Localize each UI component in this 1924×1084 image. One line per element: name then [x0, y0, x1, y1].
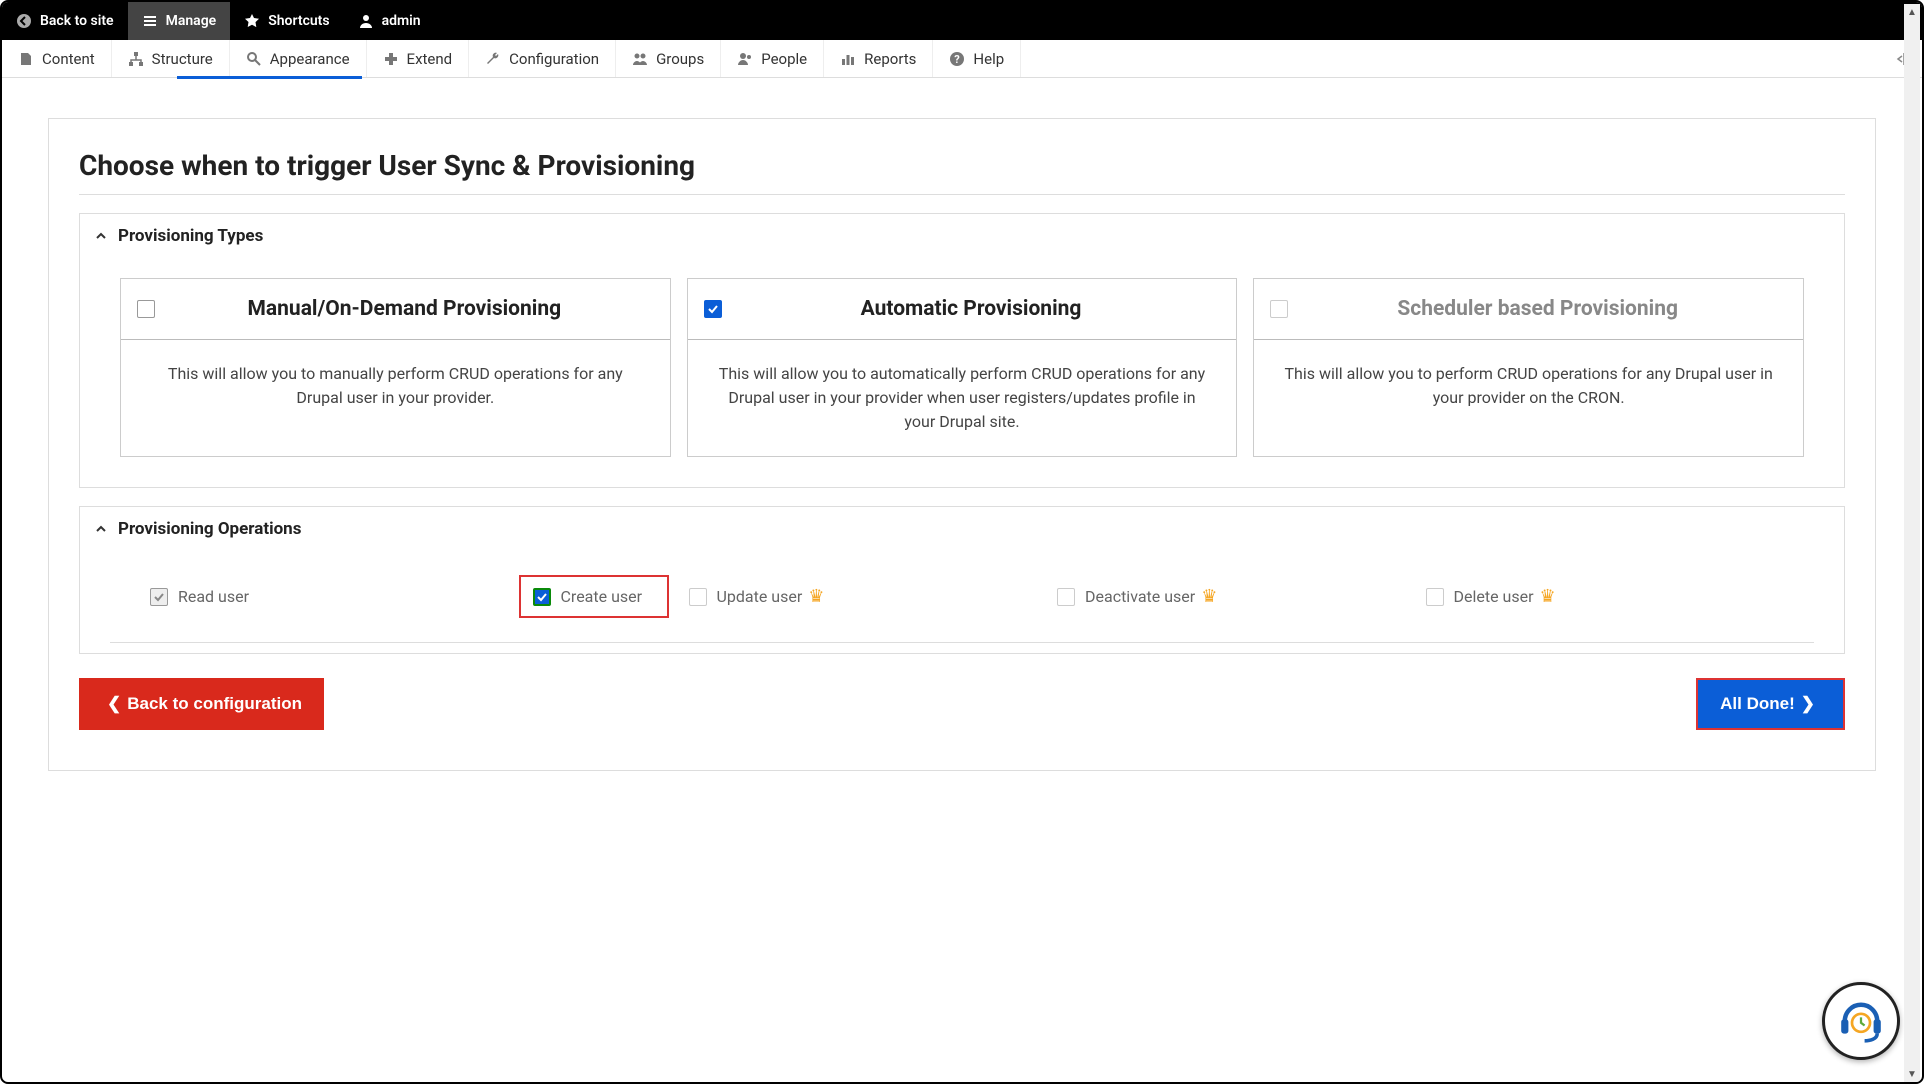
crown-icon: ♛: [808, 586, 824, 607]
crown-icon: ♛: [1201, 586, 1217, 607]
all-done-button[interactable]: All Done! ❯: [1696, 678, 1845, 730]
menu-appearance[interactable]: Appearance: [230, 40, 367, 77]
chevron-up-icon: [94, 522, 108, 536]
menu-people-label: People: [761, 50, 807, 68]
section-types-title: Provisioning Types: [118, 226, 263, 246]
section-types-header[interactable]: Provisioning Types: [80, 214, 1844, 258]
type-card-automatic: Automatic Provisioning This will allow y…: [687, 278, 1238, 457]
op-update-user: Update user ♛: [689, 586, 1038, 607]
chevron-up-icon: [94, 229, 108, 243]
type-scheduler-desc: This will allow you to perform CRUD oper…: [1254, 340, 1803, 432]
page-title: Choose when to trigger User Sync & Provi…: [79, 149, 1845, 195]
checkbox-scheduler: [1270, 300, 1288, 318]
type-manual-desc: This will allow you to manually perform …: [121, 340, 670, 432]
groups-icon: [632, 51, 648, 67]
content-icon: [18, 51, 34, 67]
type-automatic-title: Automatic Provisioning: [722, 297, 1221, 321]
menu-reports-label: Reports: [864, 50, 916, 68]
crown-icon: ♛: [1540, 586, 1556, 607]
type-card-manual: Manual/On-Demand Provisioning This will …: [120, 278, 671, 457]
svg-text:?: ?: [955, 53, 961, 66]
menu-reports[interactable]: Reports: [824, 40, 933, 77]
menu-help[interactable]: ? Help: [933, 40, 1021, 77]
admin-user-label: admin: [382, 13, 421, 29]
op-delete-user: Delete user ♛: [1426, 586, 1775, 607]
back-button-label: Back to configuration: [127, 694, 302, 714]
checkbox-create-user[interactable]: [533, 588, 551, 606]
menu-configuration-label: Configuration: [509, 50, 599, 68]
shortcuts-label: Shortcuts: [268, 13, 329, 29]
menu-people[interactable]: People: [721, 40, 824, 77]
user-icon: [358, 13, 374, 29]
op-read-label: Read user: [178, 587, 249, 606]
op-delete-label: Delete user: [1454, 587, 1534, 606]
checkbox-manual[interactable]: [137, 300, 155, 318]
active-tab-underline: [177, 76, 362, 79]
star-icon: [244, 13, 260, 29]
type-manual-title: Manual/On-Demand Provisioning: [155, 297, 654, 321]
hamburger-icon: [142, 13, 158, 29]
menu-groups[interactable]: Groups: [616, 40, 721, 77]
menu-help-label: Help: [973, 50, 1004, 68]
appearance-icon: [246, 51, 262, 67]
menu-content-label: Content: [42, 50, 95, 68]
done-button-label: All Done!: [1720, 694, 1795, 714]
admin-user-link[interactable]: admin: [344, 2, 435, 40]
wrench-icon: [485, 51, 501, 67]
section-ops-title: Provisioning Operations: [118, 519, 301, 539]
checkbox-update-user: [689, 588, 707, 606]
checkbox-automatic[interactable]: [704, 300, 722, 318]
help-icon: ?: [949, 51, 965, 67]
support-chat-button[interactable]: [1822, 982, 1900, 1060]
main-card: Choose when to trigger User Sync & Provi…: [48, 118, 1876, 771]
shortcuts-link[interactable]: Shortcuts: [230, 2, 343, 40]
checkbox-deactivate-user: [1057, 588, 1075, 606]
op-deactivate-label: Deactivate user: [1085, 587, 1195, 606]
menu-extend-label: Extend: [407, 50, 453, 68]
checkbox-read-user: [150, 588, 168, 606]
menu-configuration[interactable]: Configuration: [469, 40, 616, 77]
extend-icon: [383, 51, 399, 67]
chevron-right-icon: ❯: [1801, 694, 1815, 714]
menu-groups-label: Groups: [656, 50, 704, 68]
type-automatic-desc: This will allow you to automatically per…: [688, 340, 1237, 456]
manage-link[interactable]: Manage: [128, 2, 231, 40]
op-create-label: Create user: [561, 587, 643, 606]
menu-structure-label: Structure: [152, 50, 213, 68]
checkbox-delete-user: [1426, 588, 1444, 606]
back-to-site-link[interactable]: Back to site: [2, 2, 128, 40]
op-deactivate-user: Deactivate user ♛: [1057, 586, 1406, 607]
manage-label: Manage: [166, 13, 217, 29]
back-to-site-label: Back to site: [40, 13, 114, 29]
section-provisioning-ops: Provisioning Operations Read user Create…: [79, 506, 1845, 654]
menu-extend[interactable]: Extend: [367, 40, 470, 77]
menu-content[interactable]: Content: [2, 40, 112, 77]
people-icon: [737, 51, 753, 67]
back-to-configuration-button[interactable]: ❮ Back to configuration: [79, 678, 324, 730]
section-provisioning-types: Provisioning Types Manual/On-Demand Prov…: [79, 213, 1845, 488]
headset-icon: [1834, 994, 1888, 1048]
section-ops-header[interactable]: Provisioning Operations: [80, 507, 1844, 551]
vertical-scrollbar[interactable]: ▲ ▼: [1904, 4, 1920, 1082]
structure-icon: [128, 51, 144, 67]
admin-menu: Content Structure Appearance Extend Conf…: [2, 40, 1922, 78]
chevron-left-icon: ❮: [107, 694, 121, 714]
scroll-up-arrow-icon[interactable]: ▲: [1904, 4, 1920, 20]
type-card-scheduler: Scheduler based Provisioning This will a…: [1253, 278, 1804, 457]
op-create-user[interactable]: Create user: [519, 575, 669, 618]
scroll-down-arrow-icon[interactable]: ▼: [1904, 1066, 1920, 1082]
op-read-user: Read user: [150, 587, 499, 606]
menu-structure[interactable]: Structure: [112, 40, 230, 77]
admin-topbar: Back to site Manage Shortcuts admin: [2, 2, 1922, 40]
menu-appearance-label: Appearance: [270, 50, 350, 68]
back-arrow-icon: [16, 13, 32, 29]
reports-icon: [840, 51, 856, 67]
op-update-label: Update user: [717, 587, 803, 606]
type-scheduler-title: Scheduler based Provisioning: [1288, 297, 1787, 321]
